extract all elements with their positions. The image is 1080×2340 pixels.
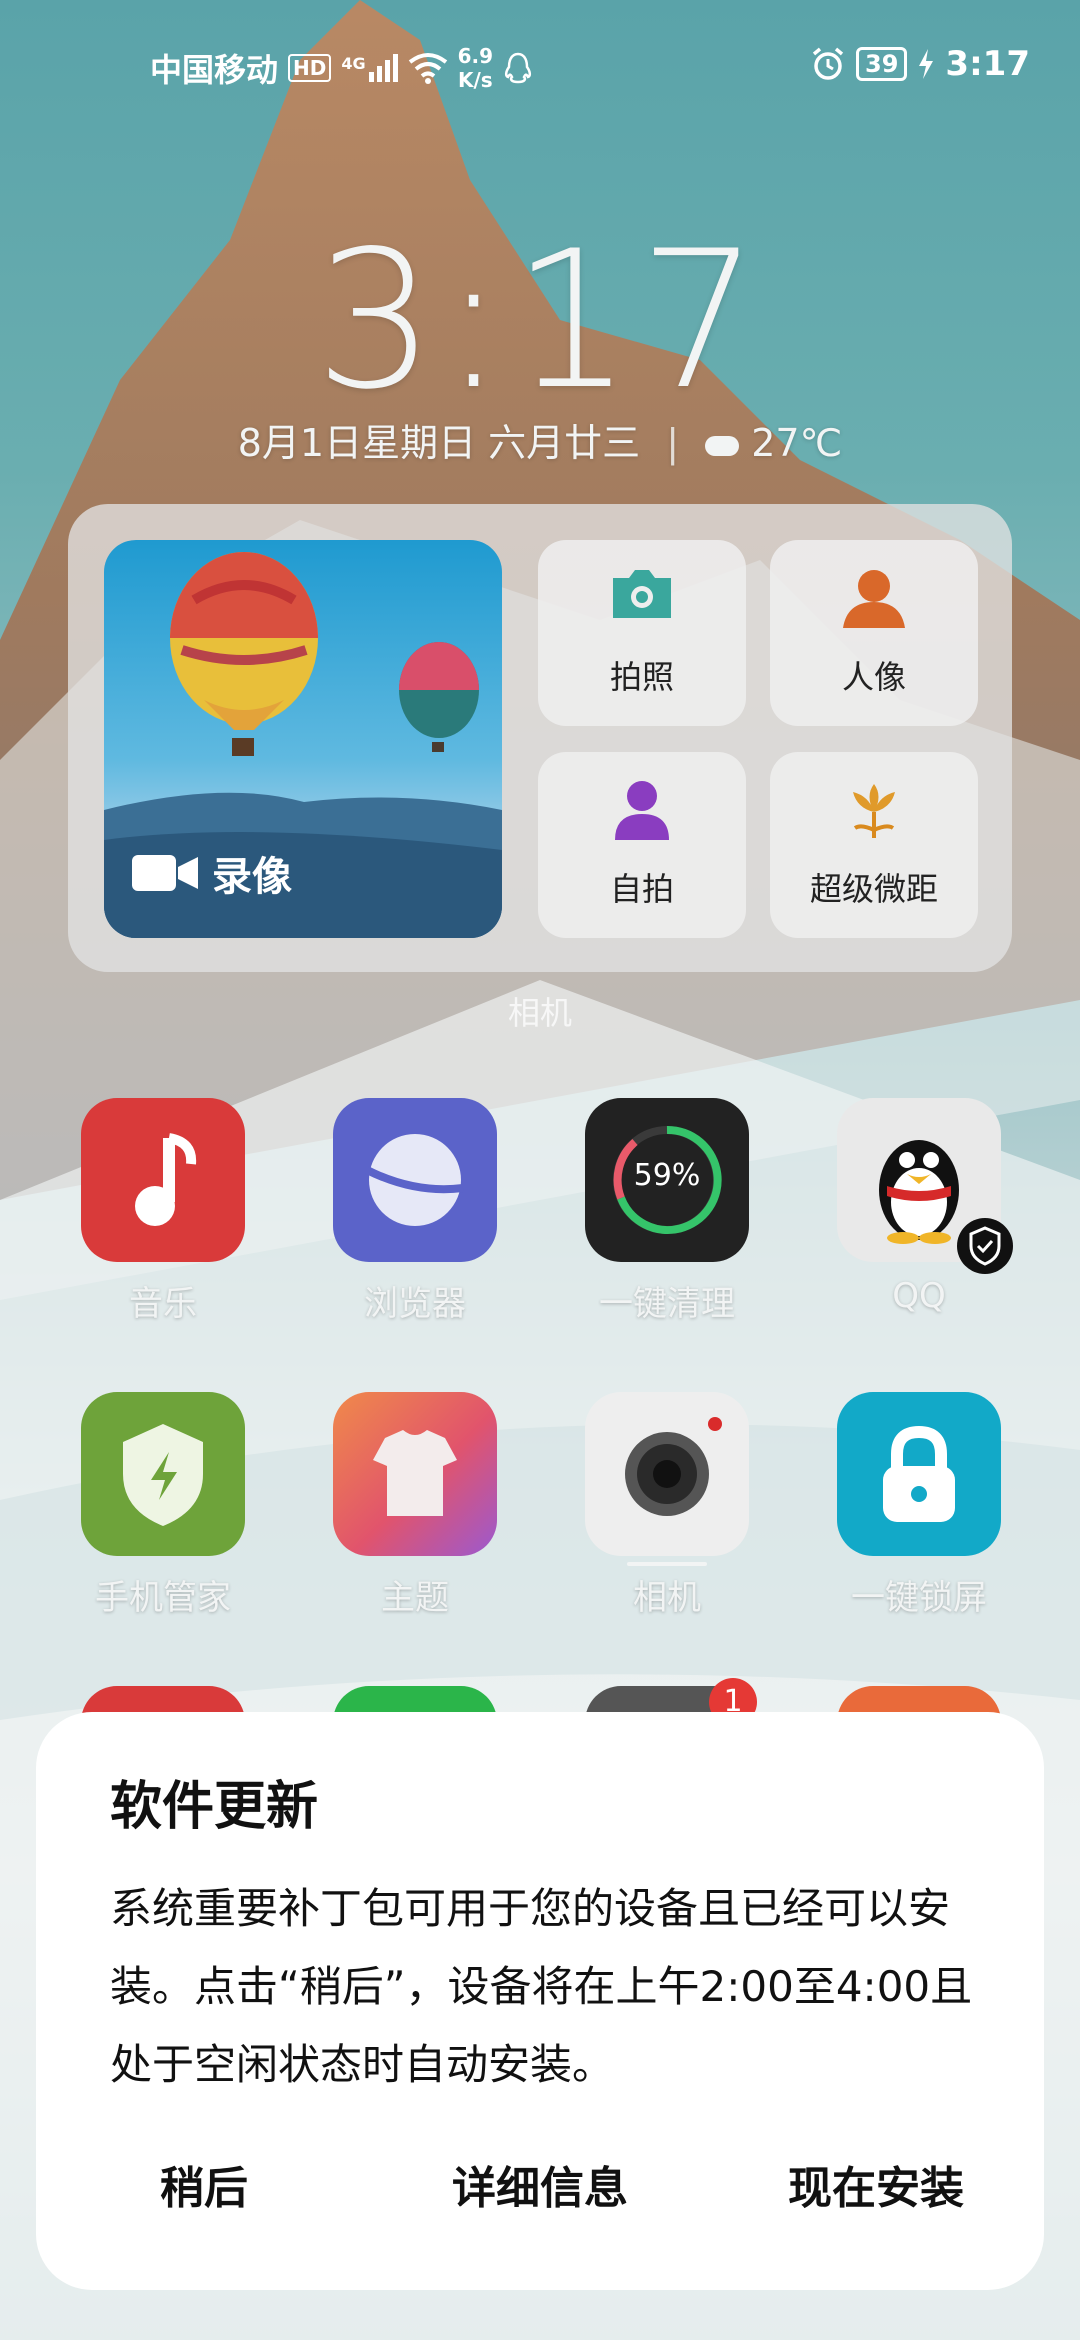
network-speed: 6.9 K/s [458, 44, 493, 92]
clean-percent: 59% [633, 1158, 701, 1193]
app-theme[interactable]: 主题 [330, 1392, 500, 1619]
shield-icon [81, 1392, 245, 1556]
macro-shortcut[interactable]: 超级微距 [770, 752, 978, 938]
app-cleaner[interactable]: 59% 一键清理 [582, 1098, 752, 1325]
dialog-message: 系统重要补丁包可用于您的设备且已经可以安装。点击“稍后”，设备将在上午2:00至… [110, 1884, 973, 2089]
macro-label: 超级微距 [809, 870, 938, 908]
app-name: 手机管家 [95, 1578, 231, 1618]
video-label: 录像 [212, 854, 292, 900]
app-phone-manager[interactable]: 手机管家 [78, 1392, 248, 1619]
dialog-buttons: 稍后 详细信息 现在安装 [36, 2152, 1044, 2216]
selfie-label: 自拍 [609, 870, 674, 908]
portrait-shortcut[interactable]: 人像 [770, 540, 978, 726]
install-now-button[interactable]: 现在安装 [708, 2152, 1044, 2216]
app-lock-screen[interactable]: 一键锁屏 [834, 1392, 1004, 1619]
app-name: 浏览器 [364, 1284, 466, 1324]
lock-icon [837, 1392, 1001, 1556]
alarm-icon [812, 47, 844, 80]
app-name: 主题 [381, 1578, 449, 1618]
app-name: 相机 [633, 1578, 701, 1618]
cleaner-icon: 59% [585, 1098, 749, 1262]
date-weather-line[interactable]: 8月1日星期日 六月廿三 | 27℃ [0, 412, 1080, 467]
app-browser[interactable]: 浏览器 [330, 1098, 500, 1325]
status-bar: 中国移动 HD 4G 6.9 K/s 39 3:17 [0, 0, 1080, 120]
status-time: 3:17 [945, 44, 1030, 84]
qq-penguin-icon [837, 1098, 1013, 1274]
home-clock[interactable]: 3:17 [0, 210, 1080, 431]
theme-shirt-icon [333, 1392, 497, 1556]
app-name: 一键锁屏 [851, 1578, 987, 1618]
camera-lens-icon [585, 1392, 749, 1556]
selfie-shortcut[interactable]: 自拍 [538, 752, 746, 938]
verified-shield-icon [957, 1218, 1013, 1274]
app-camera[interactable]: 相机 [582, 1392, 752, 1619]
video-shortcut[interactable]: 录像 [104, 540, 502, 938]
photo-shortcut[interactable]: 拍照 [538, 540, 746, 726]
photo-label: 拍照 [609, 658, 674, 696]
net-speed-unit: K/s [457, 68, 493, 92]
later-button[interactable]: 稍后 [36, 2152, 372, 2216]
portrait-label: 人像 [841, 658, 906, 696]
music-icon [81, 1098, 245, 1262]
charging-icon [919, 49, 934, 79]
active-indicator [627, 1562, 707, 1566]
app-music[interactable]: 音乐 [78, 1098, 248, 1325]
widget-caption: 相机 [507, 994, 572, 1032]
wifi-icon [408, 53, 447, 84]
network-type: 4G [341, 54, 366, 73]
app-name: 音乐 [129, 1284, 197, 1324]
qq-notification-icon [505, 52, 532, 84]
software-update-dialog: 软件更新 系统重要补丁包可用于您的设备且已经可以安装。点击“稍后”，设备将在上午… [36, 1712, 1044, 2290]
date-label: 8月1日星期日 六月廿三 [237, 421, 641, 465]
app-name: QQ [892, 1276, 946, 1316]
dialog-title: 软件更新 [110, 1777, 319, 1837]
carrier-label: 中国移动 [150, 51, 279, 89]
details-button[interactable]: 详细信息 [372, 2152, 708, 2216]
camera-icon [538, 566, 746, 622]
status-left: 中国移动 HD 4G 6.9 K/s [150, 44, 533, 92]
app-name: 一键清理 [599, 1284, 735, 1324]
video-camera-icon [132, 855, 198, 891]
video-label-group: 录像 [132, 844, 292, 902]
hd-badge: HD [288, 54, 332, 82]
temperature-label: 27℃ [751, 421, 843, 465]
camera-widget: 录像 拍照 人像 自拍 超级微距 [68, 504, 1012, 972]
browser-icon [333, 1098, 497, 1262]
flower-icon [770, 778, 978, 840]
app-qq[interactable]: QQ [834, 1098, 1013, 1316]
portrait-icon [770, 566, 978, 628]
battery-level: 39 [856, 47, 908, 81]
signal-icon: 4G [341, 54, 398, 82]
cloud-icon [705, 435, 740, 456]
divider: | [666, 421, 680, 465]
net-speed-value: 6.9 [457, 44, 494, 68]
status-right: 39 3:17 [810, 44, 1030, 84]
selfie-icon [538, 778, 746, 840]
